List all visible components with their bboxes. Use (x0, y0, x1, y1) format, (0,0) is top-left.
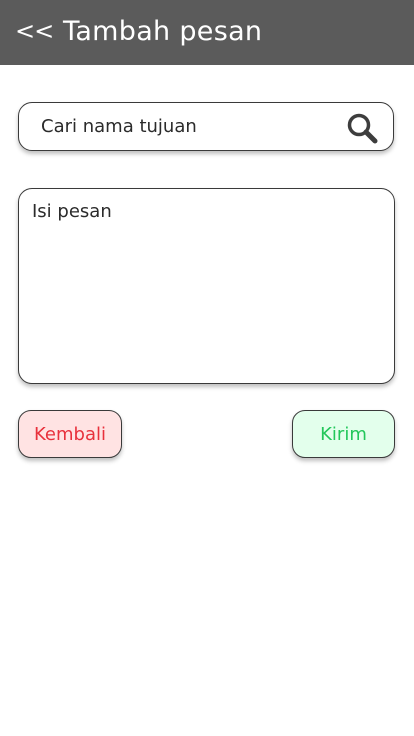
top-app-bar: << Tambah pesan (0, 0, 414, 65)
search-box[interactable] (18, 102, 394, 151)
page-title: Tambah pesan (63, 16, 263, 47)
search-icon[interactable] (346, 112, 378, 144)
message-textarea[interactable] (32, 201, 380, 371)
send-button[interactable]: Kirim (292, 410, 395, 458)
message-box[interactable] (18, 188, 395, 384)
back-button[interactable]: Kembali (18, 410, 122, 458)
search-input[interactable] (41, 103, 341, 150)
back-arrow-button[interactable]: << (15, 16, 54, 46)
